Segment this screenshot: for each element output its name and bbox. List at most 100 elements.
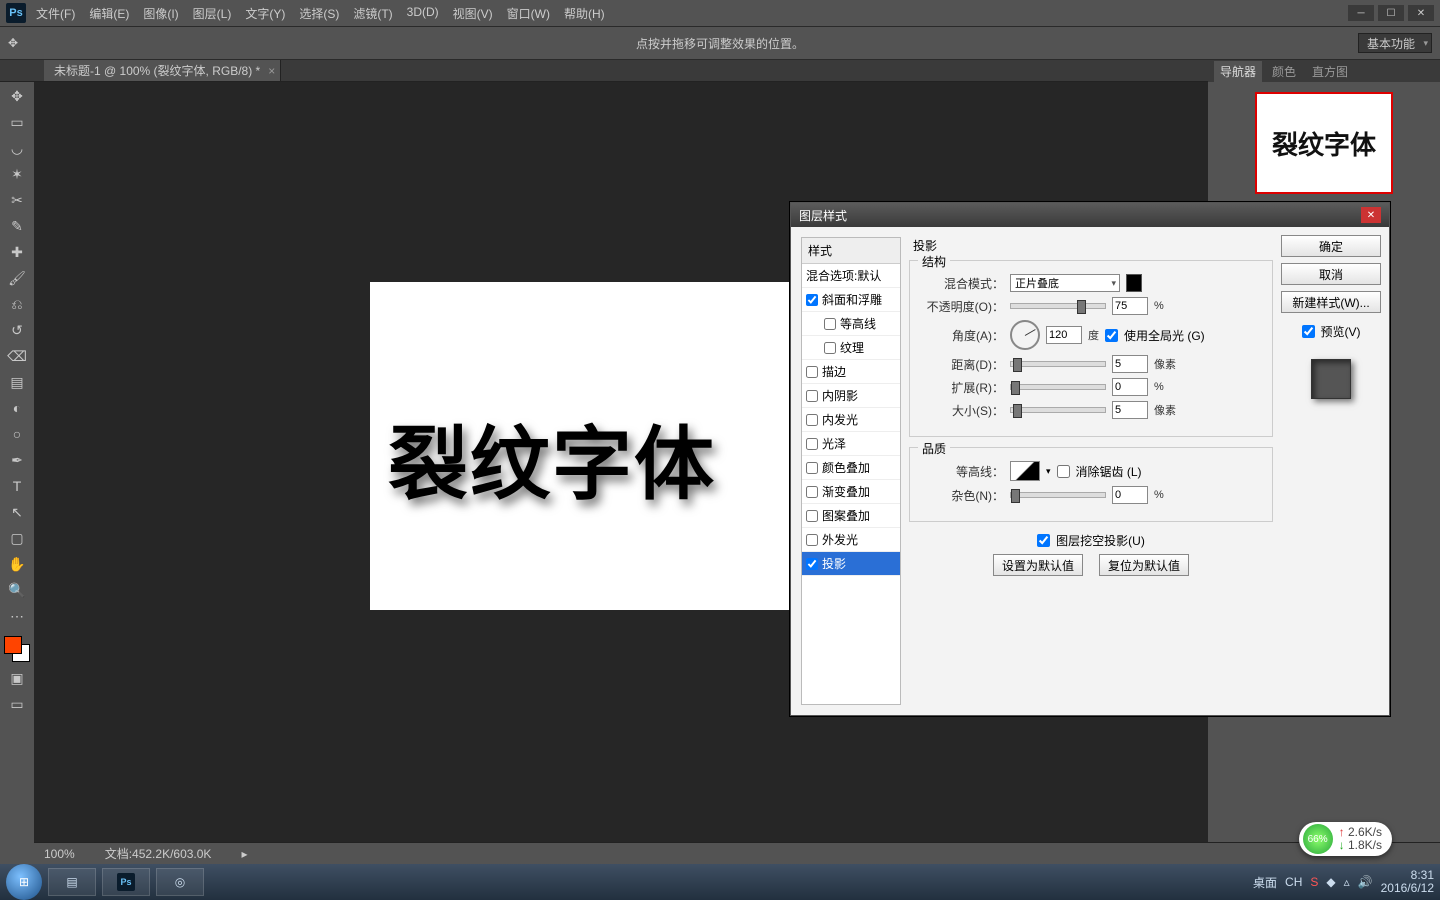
- menu-image[interactable]: 图像(I): [143, 5, 178, 22]
- fx-stroke-check[interactable]: [806, 366, 818, 378]
- fx-bevel-check[interactable]: [806, 294, 818, 306]
- new-style-button[interactable]: 新建样式(W)...: [1281, 291, 1381, 313]
- fx-satin-check[interactable]: [806, 438, 818, 450]
- size-input[interactable]: [1112, 401, 1148, 419]
- tray-shield-icon[interactable]: ◆: [1326, 875, 1335, 889]
- fx-drop-shadow[interactable]: 投影: [802, 552, 900, 576]
- tray-sogou-icon[interactable]: S: [1310, 875, 1318, 889]
- doc-info[interactable]: 文档:452.2K/603.0K: [105, 845, 212, 862]
- zoom-level[interactable]: 100%: [44, 847, 75, 861]
- fx-blend-options[interactable]: 混合选项:默认: [802, 264, 900, 288]
- edit-toolbar-icon[interactable]: ⋯: [5, 606, 29, 626]
- knockout-check[interactable]: [1037, 534, 1050, 547]
- menu-3d[interactable]: 3D(D): [407, 5, 439, 22]
- dialog-title-bar[interactable]: 图层样式 ✕: [791, 203, 1389, 227]
- ok-button[interactable]: 确定: [1281, 235, 1381, 257]
- status-arrow-icon[interactable]: ▸: [241, 847, 247, 861]
- wand-tool-icon[interactable]: ✶: [5, 164, 29, 184]
- eyedropper-tool-icon[interactable]: ✎: [5, 216, 29, 236]
- tab-navigator[interactable]: 导航器: [1214, 61, 1262, 82]
- brush-tool-icon[interactable]: 🖌: [5, 268, 29, 288]
- fx-gradoverlay-check[interactable]: [806, 486, 818, 498]
- reset-default-button[interactable]: 复位为默认值: [1099, 554, 1189, 576]
- move-tool-icon[interactable]: ✥: [5, 86, 29, 106]
- quickmask-icon[interactable]: ▣: [5, 668, 29, 688]
- fx-satin[interactable]: 光泽: [802, 432, 900, 456]
- fx-color-overlay[interactable]: 颜色叠加: [802, 456, 900, 480]
- fx-bevel[interactable]: 斜面和浮雕: [802, 288, 900, 312]
- menu-window[interactable]: 窗口(W): [507, 5, 550, 22]
- lasso-tool-icon[interactable]: ◡: [5, 138, 29, 158]
- spread-input[interactable]: [1112, 378, 1148, 396]
- fx-list-header[interactable]: 样式: [802, 238, 900, 264]
- tray-ime-icon[interactable]: CH: [1285, 875, 1302, 889]
- fx-texture[interactable]: 纹理: [802, 336, 900, 360]
- fx-stroke[interactable]: 描边: [802, 360, 900, 384]
- close-icon[interactable]: ×: [268, 64, 275, 78]
- type-tool-icon[interactable]: T: [5, 476, 29, 496]
- move-tool-icon[interactable]: ✥: [8, 36, 18, 50]
- tray-clock[interactable]: 8:31 2016/6/12: [1381, 869, 1434, 895]
- dodge-tool-icon[interactable]: ○: [5, 424, 29, 444]
- fx-inner-glow[interactable]: 内发光: [802, 408, 900, 432]
- screenmode-icon[interactable]: ▭: [5, 694, 29, 714]
- distance-input[interactable]: [1112, 355, 1148, 373]
- shadow-color-swatch[interactable]: [1126, 274, 1142, 292]
- angle-input[interactable]: [1046, 326, 1082, 344]
- document-tab[interactable]: 未标题-1 @ 100% (裂纹字体, RGB/8) * ×: [44, 60, 281, 81]
- angle-dial[interactable]: [1010, 320, 1040, 350]
- make-default-button[interactable]: 设置为默认值: [993, 554, 1083, 576]
- fx-pattern-overlay[interactable]: 图案叠加: [802, 504, 900, 528]
- noise-input[interactable]: [1112, 486, 1148, 504]
- taskbar-photoshop[interactable]: Ps: [102, 868, 150, 896]
- menu-layer[interactable]: 图层(L): [193, 5, 232, 22]
- fg-color-swatch[interactable]: [4, 636, 22, 654]
- cancel-button[interactable]: 取消: [1281, 263, 1381, 285]
- fx-dropshadow-check[interactable]: [806, 558, 818, 570]
- menu-view[interactable]: 视图(V): [453, 5, 493, 22]
- spread-slider[interactable]: [1010, 384, 1106, 390]
- minimize-button[interactable]: ─: [1348, 5, 1374, 21]
- heal-tool-icon[interactable]: ✚: [5, 242, 29, 262]
- color-swatches[interactable]: [4, 636, 30, 662]
- fx-coloroverlay-check[interactable]: [806, 462, 818, 474]
- tray-desktop-label[interactable]: 桌面: [1253, 874, 1277, 891]
- pen-tool-icon[interactable]: ✒: [5, 450, 29, 470]
- fx-contour-check[interactable]: [824, 318, 836, 330]
- global-light-check[interactable]: [1105, 329, 1118, 342]
- zoom-tool-icon[interactable]: 🔍: [5, 580, 29, 600]
- menu-filter[interactable]: 滤镜(T): [353, 5, 392, 22]
- crop-tool-icon[interactable]: ✂: [5, 190, 29, 210]
- chevron-down-icon[interactable]: ▾: [1046, 466, 1051, 477]
- menu-file[interactable]: 文件(F): [36, 5, 75, 22]
- tray-net-icon[interactable]: ▵: [1344, 875, 1350, 889]
- gradient-tool-icon[interactable]: ▤: [5, 372, 29, 392]
- eraser-tool-icon[interactable]: ⌫: [5, 346, 29, 366]
- blend-mode-select[interactable]: 正片叠底: [1010, 274, 1120, 292]
- noise-slider[interactable]: [1010, 492, 1106, 498]
- menu-type[interactable]: 文字(Y): [245, 5, 285, 22]
- marquee-tool-icon[interactable]: ▭: [5, 112, 29, 132]
- fx-outer-glow[interactable]: 外发光: [802, 528, 900, 552]
- canvas[interactable]: 裂纹字体: [370, 282, 790, 610]
- preview-check[interactable]: [1302, 325, 1315, 338]
- menu-help[interactable]: 帮助(H): [564, 5, 605, 22]
- opacity-input[interactable]: [1112, 297, 1148, 315]
- maximize-button[interactable]: ☐: [1378, 5, 1404, 21]
- workspace-switcher[interactable]: 基本功能: [1358, 33, 1432, 53]
- taskbar-explorer[interactable]: ▤: [48, 868, 96, 896]
- contour-picker[interactable]: [1010, 461, 1040, 481]
- menu-select[interactable]: 选择(S): [299, 5, 339, 22]
- close-button[interactable]: ✕: [1408, 5, 1434, 21]
- opacity-slider[interactable]: [1010, 303, 1106, 309]
- distance-slider[interactable]: [1010, 361, 1106, 367]
- hand-tool-icon[interactable]: ✋: [5, 554, 29, 574]
- stamp-tool-icon[interactable]: ⎌: [5, 294, 29, 314]
- fx-contour[interactable]: 等高线: [802, 312, 900, 336]
- tab-histogram[interactable]: 直方图: [1306, 61, 1354, 82]
- dialog-close-button[interactable]: ✕: [1361, 207, 1381, 223]
- fx-outerglow-check[interactable]: [806, 534, 818, 546]
- history-brush-icon[interactable]: ↺: [5, 320, 29, 340]
- antialias-check[interactable]: [1057, 465, 1070, 478]
- fx-inner-shadow[interactable]: 内阴影: [802, 384, 900, 408]
